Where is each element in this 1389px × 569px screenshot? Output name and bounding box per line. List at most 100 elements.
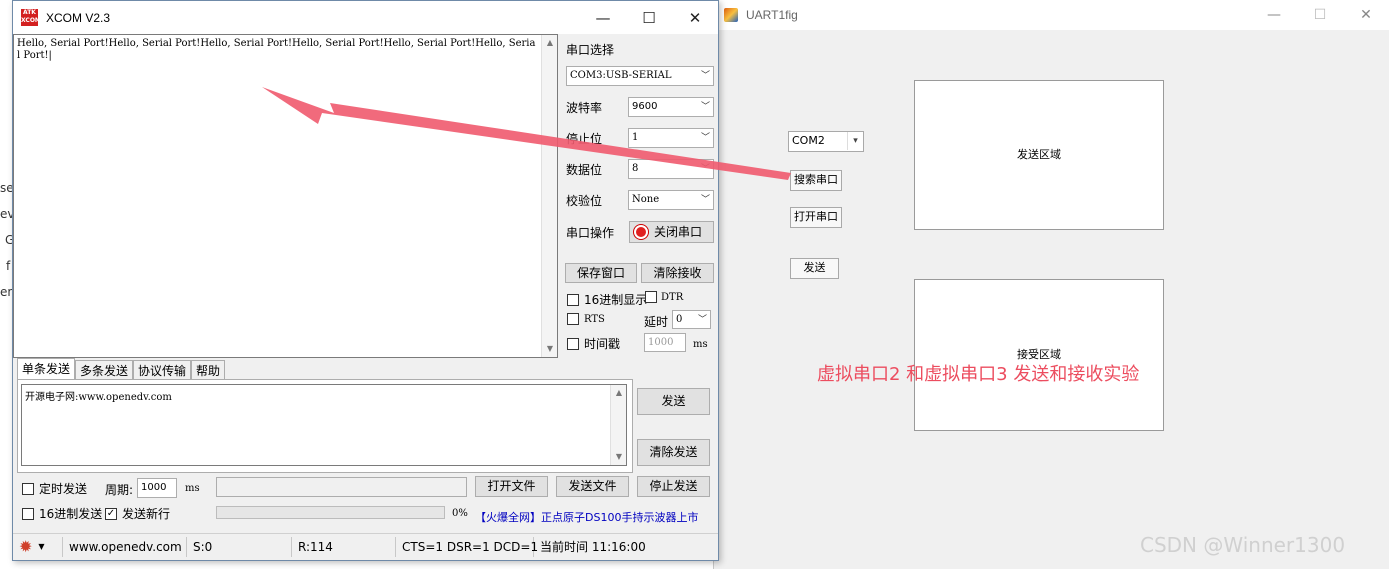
xcom-window: ATK XCOM XCOM V2.3 — ☐ ✕ Hello, Serial Po…	[12, 0, 719, 561]
operation-label: 串口操作	[566, 226, 615, 240]
databits-select[interactable]: 8 ﹀	[628, 159, 714, 179]
checkbox-box	[567, 313, 579, 325]
stopbits-value: 1	[632, 132, 639, 143]
send-scrollbar[interactable]: ▲ ▼	[610, 385, 626, 465]
send-file-button[interactable]: 发送文件	[556, 476, 629, 497]
rts-checkbox[interactable]: RTS	[567, 313, 605, 325]
dtr-label: DTR	[661, 291, 684, 303]
file-path-field[interactable]	[216, 477, 467, 497]
close-port-button[interactable]: 关闭串口	[629, 221, 714, 243]
status-url[interactable]: www.openedv.com	[63, 537, 187, 557]
send-newline-checkbox[interactable]: ✓ 发送新行	[105, 505, 170, 522]
uart-close-button[interactable]: ✕	[1343, 0, 1389, 30]
scroll-up-icon[interactable]: ▲	[611, 385, 627, 401]
xcom-close-button[interactable]: ✕	[672, 1, 718, 34]
delay-label: 延时	[644, 315, 669, 329]
status-line-signals: CTS=1 DSR=1 DCD=1	[396, 537, 538, 557]
receive-textarea[interactable]: Hello, Serial Port!Hello, Serial Port!He…	[13, 34, 558, 358]
parity-value: None	[632, 194, 660, 205]
settings-menu[interactable]: ✹ ▼	[13, 537, 63, 557]
hex-display-checkbox[interactable]: 16进制显示	[567, 291, 647, 308]
record-indicator-icon	[634, 225, 648, 239]
send-area-panel[interactable]: 发送区域	[914, 80, 1164, 230]
ad-link[interactable]: 【火爆全网】正点原子DS100手持示波器上市	[475, 509, 698, 525]
annotation-text: 虚拟串口2 和虚拟串口3 发送和接收实验	[817, 364, 1140, 385]
databits-value: 8	[632, 163, 639, 174]
uart-send-button[interactable]: 发送	[790, 258, 839, 279]
timestamp-input[interactable]: 1000	[644, 333, 686, 352]
checkbox-box	[22, 482, 34, 495]
period-unit: ms	[185, 483, 200, 494]
xcom-maximize-button[interactable]: ☐	[626, 1, 672, 34]
checkbox-box	[645, 291, 657, 303]
tab-help[interactable]: 帮助	[191, 360, 226, 379]
chevron-down-icon: ﹀	[700, 195, 710, 205]
atk-logo: ATK XCOM	[21, 9, 41, 26]
period-input[interactable]: 1000	[137, 478, 177, 498]
scroll-up-icon[interactable]: ▲	[542, 35, 558, 51]
delay-value: 0	[676, 314, 683, 325]
progress-percent: 0%	[452, 508, 468, 519]
parity-label: 校验位	[566, 194, 603, 208]
uart-port-value: COM2	[792, 134, 825, 147]
scroll-down-icon[interactable]: ▼	[542, 341, 558, 357]
open-port-button[interactable]: 打开串口	[790, 207, 842, 228]
dtr-checkbox[interactable]: DTR	[645, 291, 683, 303]
uart-window-title: UART1fig	[746, 8, 798, 22]
scroll-down-icon[interactable]: ▼	[611, 449, 627, 465]
status-sent-count: S:0	[187, 537, 292, 557]
timed-send-checkbox[interactable]: 定时发送	[22, 480, 87, 497]
tab-single-send[interactable]: 单条发送	[17, 358, 76, 379]
chevron-down-icon: ▼	[38, 542, 45, 551]
tab-multi-send[interactable]: 多条发送	[75, 360, 134, 379]
checkbox-box	[567, 337, 579, 350]
timestamp-checkbox[interactable]: 时间戳	[567, 335, 620, 352]
uart-port-select[interactable]: COM2 ▾	[788, 131, 864, 152]
xcom-window-title: XCOM V2.3	[46, 10, 111, 25]
uart-maximize-button[interactable]: ☐	[1297, 0, 1343, 30]
hex-display-label: 16进制显示	[584, 293, 648, 307]
send-button[interactable]: 发送	[637, 388, 710, 415]
check-icon: ✓	[105, 507, 117, 520]
send-textarea[interactable]: 开源电子网:www.openedv.com ▲ ▼	[21, 384, 627, 466]
receive-scrollbar[interactable]: ▲ ▼	[541, 35, 557, 357]
xcom-minimize-button[interactable]: —	[580, 1, 626, 34]
hex-send-checkbox[interactable]: 16进制发送	[22, 505, 102, 522]
tab-protocol[interactable]: 协议传输	[133, 360, 192, 379]
delay-select[interactable]: 0 ﹀	[672, 310, 711, 329]
status-received-count: R:114	[292, 537, 396, 557]
status-bar: ✹ ▼ www.openedv.com S:0 R:114 CTS=1 DSR=…	[13, 533, 718, 560]
period-value: 1000	[141, 482, 167, 493]
send-area-label: 发送区域	[1017, 148, 1061, 161]
parity-select[interactable]: None ﹀	[628, 190, 714, 210]
chevron-down-icon: ﹀	[697, 315, 707, 325]
clear-receive-button[interactable]: 清除接收	[641, 263, 714, 283]
rts-label: RTS	[584, 313, 605, 325]
timestamp-unit: ms	[693, 339, 708, 350]
search-port-button[interactable]: 搜索串口	[790, 170, 842, 191]
chevron-down-icon: ﹀	[700, 102, 710, 112]
baud-select[interactable]: 9600 ﹀	[628, 97, 714, 117]
receive-text: Hello, Serial Port!Hello, Serial Port!He…	[17, 38, 536, 61]
stop-send-button[interactable]: 停止发送	[637, 476, 710, 497]
hex-send-label: 16进制发送	[39, 507, 103, 521]
background-text-fragment: f	[6, 259, 11, 273]
uart1fig-window: UART1fig — ☐ ✕ COM2 ▾ 搜索串口 打开串口 发送 发送区域 …	[713, 0, 1389, 569]
receive-area-panel[interactable]: 接受区域	[914, 279, 1164, 431]
uart-minimize-button[interactable]: —	[1251, 0, 1297, 30]
send-newline-label: 发送新行	[122, 507, 171, 521]
chevron-down-icon: ▾	[847, 132, 863, 150]
chevron-down-icon: ﹀	[700, 164, 710, 174]
send-tabs: 单条发送 多条发送 协议传输 帮助	[17, 358, 226, 379]
save-window-button[interactable]: 保存窗口	[565, 263, 637, 283]
port-select[interactable]: COM3:USB-SERIAL ﹀	[566, 66, 714, 86]
clear-send-button[interactable]: 清除发送	[637, 439, 710, 466]
uart-titlebar: UART1fig — ☐ ✕	[714, 0, 1389, 30]
send-progress-bar	[216, 506, 445, 519]
watermark: CSDN @Winner1300	[1140, 533, 1346, 557]
stopbits-label: 停止位	[566, 132, 603, 146]
port-value: COM3:USB-SERIAL	[570, 70, 672, 81]
gear-icon: ✹	[19, 537, 33, 556]
stopbits-select[interactable]: 1 ﹀	[628, 128, 714, 148]
open-file-button[interactable]: 打开文件	[475, 476, 548, 497]
